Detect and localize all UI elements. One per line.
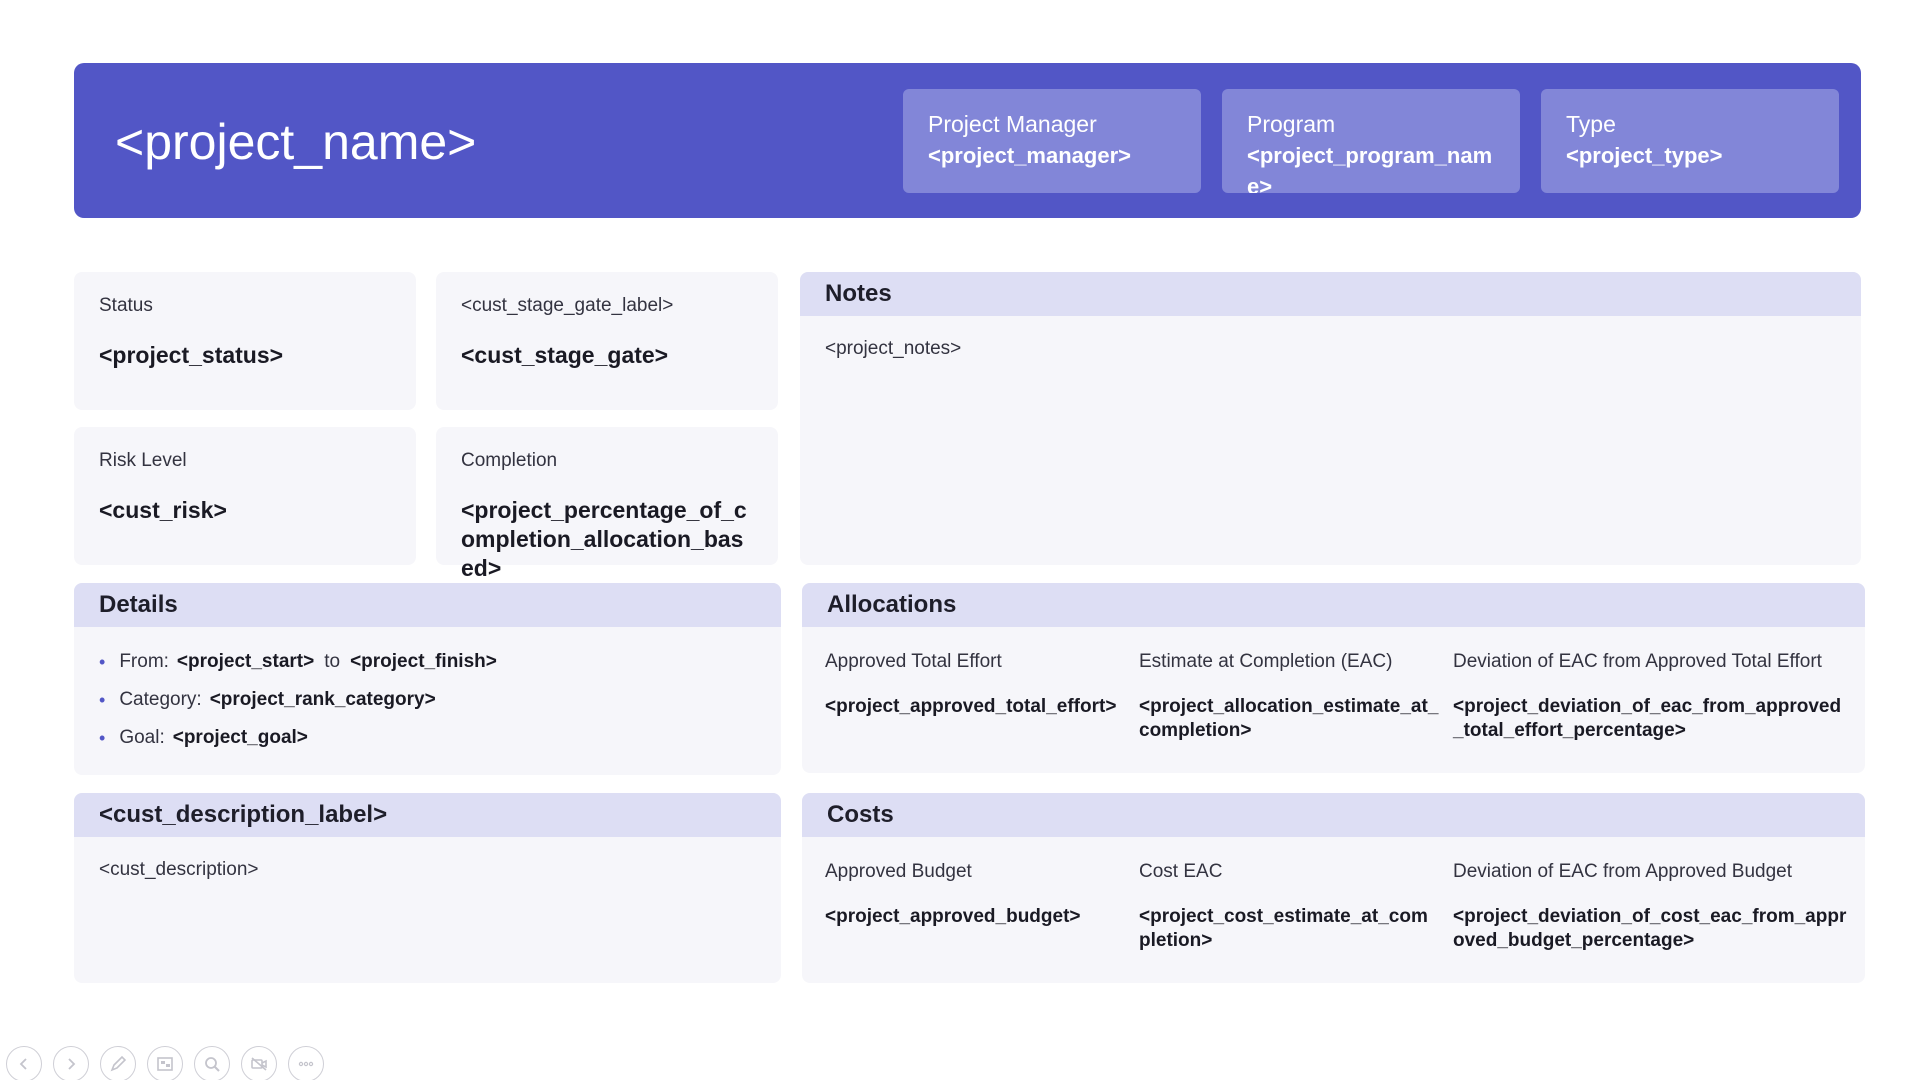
project-title: <project_name>: [115, 114, 477, 170]
to-label: to: [324, 651, 341, 672]
effort-deviation-col: Deviation of EAC from Approved Total Eff…: [1453, 627, 1863, 743]
pen-icon[interactable]: [100, 1046, 136, 1080]
program-value: <project_program_name>: [1247, 143, 1493, 193]
approved-effort-label: Approved Total Effort: [825, 651, 1002, 672]
details-from-row: • From: <project_start> to <project_fini…: [99, 643, 781, 681]
notes-body: <project_notes>: [825, 338, 962, 359]
budget-deviation-col: Deviation of EAC from Approved Budget <p…: [1453, 837, 1863, 953]
from-value: <project_start>: [176, 651, 315, 672]
eac-label: Estimate at Completion (EAC): [1139, 651, 1393, 672]
bullet-icon: •: [99, 652, 106, 672]
approved-budget-col: Approved Budget <project_approved_budget…: [825, 837, 1139, 953]
next-icon[interactable]: [53, 1046, 89, 1080]
status-tile: Status <project_status>: [74, 272, 416, 410]
details-panel: Details • From: <project_start> to <proj…: [74, 583, 781, 775]
program-card: Program <project_program_name>: [1222, 89, 1520, 193]
type-value: <project_type>: [1566, 143, 1723, 168]
description-title: <cust_description_label>: [74, 793, 781, 837]
status-label: Status: [99, 295, 153, 316]
project-manager-label: Project Manager: [928, 111, 1097, 137]
notes-title: Notes: [800, 272, 1861, 316]
goal-value: <project_goal>: [172, 727, 308, 748]
effort-deviation-label: Deviation of EAC from Approved Total Eff…: [1453, 651, 1822, 672]
risk-tile: Risk Level <cust_risk>: [74, 427, 416, 565]
risk-value: <cust_risk>: [99, 497, 227, 523]
completion-tile: Completion <project_percentage_of_comple…: [436, 427, 778, 581]
description-body: <cust_description>: [99, 859, 259, 880]
type-label: Type: [1566, 111, 1616, 137]
bullet-icon: •: [99, 728, 106, 748]
cost-eac-label: Cost EAC: [1139, 861, 1223, 882]
budget-deviation-value: <project_deviation_of_cost_eac_from_appr…: [1453, 906, 1847, 951]
eac-col: Estimate at Completion (EAC) <project_al…: [1139, 627, 1453, 743]
category-value: <project_rank_category>: [209, 689, 436, 710]
effort-deviation-value: <project_deviation_of_eac_from_approved_…: [1453, 696, 1842, 741]
type-card: Type <project_type>: [1541, 89, 1839, 193]
status-value: <project_status>: [99, 342, 284, 368]
approved-budget-label: Approved Budget: [825, 861, 972, 882]
bullet-icon: •: [99, 690, 106, 710]
risk-label: Risk Level: [99, 450, 187, 471]
completion-value: <project_percentage_of_completion_alloca…: [461, 497, 747, 581]
program-label: Program: [1247, 111, 1336, 137]
slides-icon[interactable]: [147, 1046, 183, 1080]
budget-deviation-label: Deviation of EAC from Approved Budget: [1453, 861, 1793, 882]
approved-effort-value: <project_approved_total_effort>: [825, 696, 1117, 717]
project-manager-card: Project Manager <project_manager>: [903, 89, 1201, 193]
allocations-panel: Allocations Approved Total Effort <proje…: [802, 583, 1865, 773]
camera-off-icon[interactable]: [241, 1046, 277, 1080]
cost-eac-value: <project_cost_estimate_at_completion>: [1139, 906, 1428, 951]
details-category-row: • Category: <project_rank_category>: [99, 681, 781, 719]
stage-gate-value: <cust_stage_gate>: [461, 342, 669, 368]
to-value: <project_finish>: [350, 651, 497, 672]
presentation-toolbar: [6, 1046, 324, 1080]
zoom-icon[interactable]: [194, 1046, 230, 1080]
more-icon[interactable]: [288, 1046, 324, 1080]
costs-panel: Costs Approved Budget <project_approved_…: [802, 793, 1865, 983]
details-title: Details: [74, 583, 781, 627]
details-goal-row: • Goal: <project_goal>: [99, 719, 781, 757]
project-manager-value: <project_manager>: [928, 143, 1131, 168]
eac-value: <project_allocation_estimate_at_completi…: [1139, 696, 1439, 741]
cost-eac-col: Cost EAC <project_cost_estimate_at_compl…: [1139, 837, 1453, 953]
allocations-title: Allocations: [802, 583, 1865, 627]
costs-title: Costs: [802, 793, 1865, 837]
description-panel: <cust_description_label> <cust_descripti…: [74, 793, 781, 983]
goal-label: Goal:: [119, 727, 165, 748]
completion-label: Completion: [461, 450, 558, 471]
stage-gate-label: <cust_stage_gate_label>: [461, 295, 674, 316]
stage-gate-tile: <cust_stage_gate_label> <cust_stage_gate…: [436, 272, 778, 410]
category-label: Category:: [119, 689, 202, 710]
notes-panel: Notes <project_notes>: [800, 272, 1861, 565]
previous-icon[interactable]: [6, 1046, 42, 1080]
project-header: <project_name> Project Manager <project_…: [74, 63, 1861, 218]
approved-effort-col: Approved Total Effort <project_approved_…: [825, 627, 1139, 743]
approved-budget-value: <project_approved_budget>: [825, 906, 1081, 927]
from-label: From:: [119, 651, 169, 672]
